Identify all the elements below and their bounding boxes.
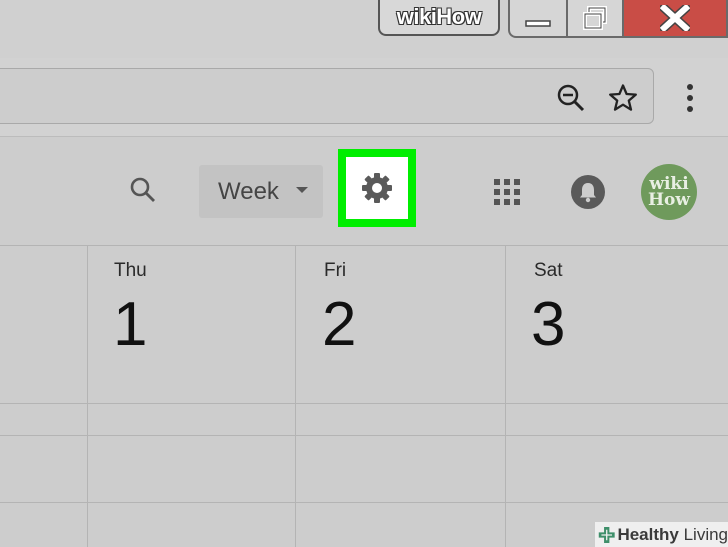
restore-icon bbox=[583, 6, 607, 30]
more-vert-icon[interactable] bbox=[676, 80, 704, 116]
search-icon[interactable] bbox=[126, 172, 160, 208]
settings-button[interactable] bbox=[346, 157, 408, 219]
avatar-text-bottom: How bbox=[647, 190, 691, 210]
row-divider bbox=[0, 502, 728, 503]
apps-grid-icon[interactable] bbox=[489, 174, 525, 210]
close-button[interactable] bbox=[624, 0, 728, 38]
minimize-button[interactable] bbox=[508, 0, 568, 38]
close-icon bbox=[660, 5, 690, 31]
brand-label: wikiHow bbox=[378, 0, 500, 36]
view-select-value: Week bbox=[218, 177, 279, 205]
header-divider bbox=[0, 245, 728, 246]
day-name-fri: Fri bbox=[324, 260, 347, 281]
day-name-thu: Thu bbox=[114, 260, 147, 281]
calendar-grid bbox=[0, 245, 728, 547]
day-name-sat: Sat bbox=[534, 260, 563, 281]
maximize-button[interactable] bbox=[568, 0, 624, 38]
day-number-sat[interactable]: 3 bbox=[531, 289, 565, 360]
day-number-thu[interactable]: 1 bbox=[113, 289, 147, 360]
chevron-down-icon bbox=[296, 187, 308, 193]
cross-logo-icon bbox=[598, 526, 615, 543]
avatar[interactable]: wiki How bbox=[641, 164, 697, 220]
gear-icon bbox=[362, 173, 392, 203]
watermark-rest: Living bbox=[678, 524, 728, 544]
row-divider bbox=[0, 435, 728, 436]
day-number-fri[interactable]: 2 bbox=[322, 289, 356, 360]
bell-icon[interactable] bbox=[569, 173, 607, 211]
star-icon[interactable] bbox=[605, 80, 641, 116]
settings-highlight bbox=[338, 149, 416, 227]
row-divider bbox=[0, 403, 728, 404]
minimize-icon bbox=[525, 20, 551, 27]
healthy-living-watermark: Healthy Living bbox=[595, 522, 728, 547]
window-controls bbox=[508, 0, 728, 38]
watermark-bold: Healthy bbox=[617, 524, 679, 544]
zoom-out-icon[interactable] bbox=[553, 80, 589, 116]
